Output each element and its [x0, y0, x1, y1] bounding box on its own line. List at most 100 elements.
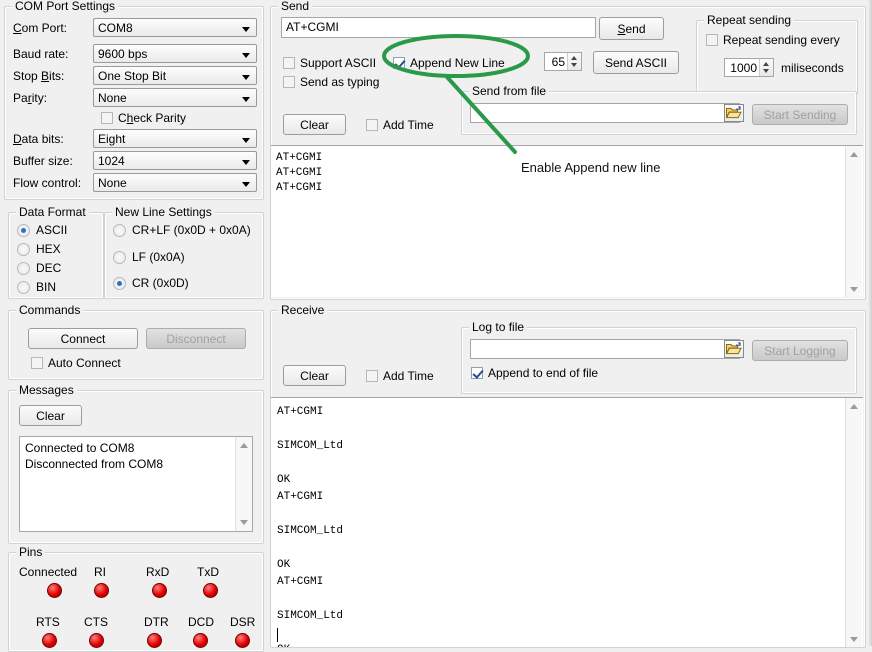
radio-box: [17, 243, 30, 256]
checkbox-box: [31, 357, 43, 369]
append-new-line-label: Append New Line: [410, 56, 505, 70]
radio-label: HEX: [36, 242, 61, 256]
scroll-down-icon[interactable]: [846, 282, 862, 297]
log-file-browse-button[interactable]: [724, 340, 744, 358]
repeat-interval-spinner[interactable]: 1000: [724, 58, 774, 77]
receive-log-scrollbar[interactable]: [845, 398, 862, 647]
send-group: Send AT+CGMI Send Support ASCII Append N…: [270, 6, 866, 300]
pin-label-dtr: DTR: [144, 615, 169, 629]
parity-label: Parity:: [13, 91, 47, 105]
log-file-input[interactable]: [470, 339, 740, 359]
radio-label: DEC: [36, 261, 61, 275]
disconnect-button[interactable]: Disconnect: [146, 328, 246, 349]
stop-bits-combo[interactable]: One Stop Bit: [93, 66, 257, 85]
receive-log-text: AT+CGMI SIMCOM_Ltd OK AT+CGMI SIMCOM_Ltd…: [277, 404, 845, 647]
new-line-settings-group: New Line Settings CR+LF (0x0D + 0x0A) LF…: [104, 212, 264, 299]
send-clear-button[interactable]: Clear: [283, 114, 346, 135]
append-new-line-checkbox[interactable]: Append New Line: [393, 56, 505, 70]
send-add-time-checkbox[interactable]: Add Time: [366, 118, 434, 132]
auto-connect-checkbox[interactable]: Auto Connect: [31, 356, 121, 370]
ascii-code-spinner[interactable]: 65: [544, 52, 582, 71]
radio-data-format-dec[interactable]: DEC: [17, 261, 61, 275]
pin-label-dsr: DSR: [230, 615, 255, 629]
repeat-sending-checkbox[interactable]: Repeat sending every: [706, 33, 840, 47]
pin-label-cts: CTS: [84, 615, 108, 629]
baud-rate-combo[interactable]: 9600 bps: [93, 44, 257, 63]
spinner-down-icon[interactable]: [760, 68, 773, 77]
chevron-down-icon: [242, 53, 250, 58]
messages-log[interactable]: Connected to COM8 Disconnected from COM8: [19, 436, 253, 532]
radio-label: BIN: [36, 280, 56, 294]
parity-combo[interactable]: None: [93, 88, 257, 107]
radio-newline-crlf[interactable]: CR+LF (0x0D + 0x0A): [113, 223, 251, 237]
pin-label-connected: Connected: [19, 565, 77, 579]
scroll-down-icon[interactable]: [236, 515, 252, 531]
radio-label: LF (0x0A): [132, 250, 185, 264]
send-ascii-button[interactable]: Send ASCII: [593, 51, 679, 74]
spinner-buttons[interactable]: [759, 59, 773, 76]
flow-control-value: None: [98, 176, 127, 190]
chevron-down-icon: [242, 27, 250, 32]
receive-clear-button[interactable]: Clear: [283, 365, 346, 386]
send-from-file-browse-button[interactable]: [724, 104, 744, 122]
start-sending-button[interactable]: Start Sending: [752, 104, 848, 125]
buffer-size-label: Buffer size:: [13, 154, 73, 168]
spinner-buttons[interactable]: [567, 53, 581, 70]
data-bits-label: Data bits:: [13, 132, 64, 146]
radio-newline-cr[interactable]: CR (0x0D): [113, 276, 189, 290]
send-as-typing-checkbox[interactable]: Send as typing: [283, 75, 379, 89]
radio-data-format-hex[interactable]: HEX: [17, 242, 61, 256]
data-bits-combo[interactable]: Eight: [93, 129, 257, 148]
send-title: Send: [278, 0, 312, 13]
data-format-group: Data Format ASCII HEX DEC BIN: [8, 212, 104, 299]
send-log-scrollbar[interactable]: [845, 146, 862, 297]
data-bits-value: Eight: [98, 132, 125, 146]
receive-title: Receive: [278, 303, 327, 317]
repeat-sending-label: Repeat sending every: [723, 33, 840, 47]
radio-newline-lf[interactable]: LF (0x0A): [113, 250, 185, 264]
flow-control-combo[interactable]: None: [93, 173, 257, 192]
scroll-up-icon[interactable]: [846, 146, 862, 162]
receive-log[interactable]: AT+CGMI SIMCOM_Ltd OK AT+CGMI SIMCOM_Ltd…: [271, 397, 863, 647]
pin-led-txd: [203, 583, 218, 598]
messages-scrollbar[interactable]: [235, 437, 252, 531]
spinner-up-icon[interactable]: [568, 53, 581, 62]
com-port-settings-group: COM Port Settings Com Port: COM8 Baud ra…: [4, 6, 264, 200]
commands-group: Commands Connect Disconnect Auto Connect: [8, 310, 264, 380]
send-button[interactable]: Send: [599, 17, 664, 40]
buffer-size-combo[interactable]: 1024: [93, 151, 257, 170]
receive-add-time-checkbox[interactable]: Add Time: [366, 369, 434, 383]
spinner-up-icon[interactable]: [760, 59, 773, 68]
radio-data-format-bin[interactable]: BIN: [17, 280, 56, 294]
radio-data-format-ascii[interactable]: ASCII: [17, 223, 67, 237]
append-to-end-checkbox[interactable]: Append to end of file: [471, 366, 598, 380]
checkbox-box: [283, 57, 295, 69]
window-frame-edge: [868, 0, 872, 646]
spinner-down-icon[interactable]: [568, 62, 581, 71]
repeat-sending-group: Repeat sending Repeat sending every 1000…: [696, 20, 858, 95]
support-ascii-checkbox[interactable]: Support ASCII: [283, 56, 376, 70]
check-parity-label: Check Parity: [118, 111, 186, 125]
scroll-down-icon[interactable]: [846, 632, 862, 647]
start-logging-button[interactable]: Start Logging: [752, 340, 848, 361]
receive-add-time-label: Add Time: [383, 369, 434, 383]
send-command-input[interactable]: AT+CGMI: [281, 17, 596, 38]
data-format-title: Data Format: [16, 205, 89, 219]
repeat-sending-title: Repeat sending: [704, 13, 794, 27]
com-port-settings-title: COM Port Settings: [12, 0, 118, 13]
send-from-file-input[interactable]: [470, 103, 740, 123]
messages-clear-button[interactable]: Clear: [19, 405, 82, 426]
send-as-typing-label: Send as typing: [300, 75, 379, 89]
pin-label-dcd: DCD: [188, 615, 214, 629]
scroll-up-icon[interactable]: [236, 437, 252, 453]
support-ascii-label: Support ASCII: [300, 56, 376, 70]
radio-label: ASCII: [36, 223, 67, 237]
radio-box: [113, 277, 126, 290]
check-parity-checkbox[interactable]: Check Parity: [101, 111, 186, 125]
com-port-combo[interactable]: COM8: [93, 18, 257, 37]
scroll-up-icon[interactable]: [846, 398, 862, 414]
pin-led-connected: [47, 583, 62, 598]
parity-value: None: [98, 91, 127, 105]
connect-button[interactable]: Connect: [28, 328, 138, 349]
com-port-label: Com Port:: [13, 21, 67, 35]
